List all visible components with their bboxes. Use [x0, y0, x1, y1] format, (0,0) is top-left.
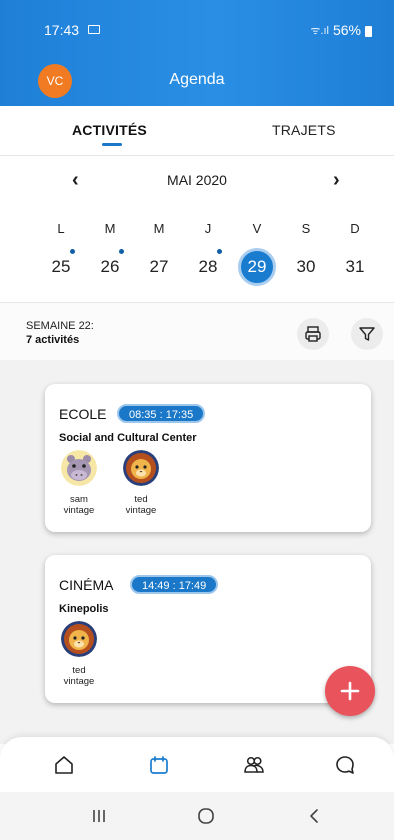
participant[interactable]: ted vintage [56, 621, 102, 687]
nav-chat[interactable] [333, 753, 357, 777]
event-dot [217, 249, 222, 254]
active-tab-indicator [102, 143, 122, 146]
status-indicators: ᯤ.ıl 56% [310, 22, 372, 38]
participant-first-name: ted [72, 665, 86, 676]
recents-icon[interactable] [87, 806, 111, 826]
day-26[interactable]: 26 [91, 248, 129, 286]
week-summary: SEMAINE 22: 7 activités [0, 302, 394, 360]
day-29-selected[interactable]: 29 [238, 248, 276, 286]
day-25[interactable]: 25 [42, 248, 80, 286]
day-30[interactable]: 30 [287, 248, 325, 286]
participant-first-name: sam [70, 494, 88, 505]
participant[interactable]: ted vintage [118, 450, 164, 516]
status-bar: 17:43 ᯤ.ıl 56% [0, 0, 394, 56]
weekday-label: L [57, 221, 65, 236]
page-title: Agenda [169, 71, 225, 88]
bottom-nav [0, 737, 394, 792]
weekday-label: J [204, 221, 212, 236]
time-badge: 14:49 : 17:49 [130, 575, 219, 594]
weekday-label: M [153, 221, 165, 236]
wifi-signal-icon: ᯤ.ıl [310, 24, 329, 37]
lion-avatar-icon [61, 621, 97, 657]
participant-last-name: vintage [63, 676, 95, 687]
home-circle-icon[interactable] [194, 806, 218, 826]
image-icon [88, 25, 100, 34]
chevron-right-icon[interactable]: › [333, 169, 340, 192]
weekday-label: V [252, 221, 262, 236]
week-label: SEMAINE 22: [26, 320, 94, 332]
activity-card[interactable]: CINÉMA 14:49 : 17:49 Kinepolis ted vinta… [45, 555, 371, 703]
participant-last-name: vintage [63, 505, 95, 516]
nav-home[interactable] [52, 753, 76, 777]
print-icon [305, 326, 321, 342]
day-31[interactable]: 31 [336, 248, 374, 286]
print-button[interactable] [297, 318, 329, 350]
app-header: 17:43 ᯤ.ıl 56% VC Agenda [0, 0, 394, 106]
activity-title: ECOLE [59, 406, 107, 422]
nav-agenda[interactable] [147, 753, 171, 777]
participant-last-name: vintage [125, 505, 157, 516]
hippo-avatar-icon [61, 450, 97, 486]
weekday-label: S [301, 221, 311, 236]
filter-button[interactable] [351, 318, 383, 350]
chat-icon [336, 756, 354, 774]
battery-icon [365, 25, 372, 37]
back-icon[interactable] [302, 806, 326, 826]
weekday-label: M [104, 221, 116, 236]
activity-place: Social and Cultural Center [59, 432, 197, 444]
month-selector: ‹ MAI 2020 › [0, 169, 394, 193]
nav-groups[interactable] [242, 753, 266, 777]
day-28[interactable]: 28 [189, 248, 227, 286]
participant-first-name: ted [134, 494, 148, 505]
plus-icon [340, 681, 360, 701]
calendar-icon [150, 756, 168, 774]
filter-icon [359, 327, 375, 341]
day-27[interactable]: 27 [140, 248, 178, 286]
weekday-label: D [350, 221, 360, 236]
app-bar: VC Agenda [0, 56, 394, 106]
tab-bar: ACTIVITÉS TRAJETS [0, 106, 394, 156]
home-icon [55, 756, 73, 774]
lion-avatar-icon [123, 450, 159, 486]
app-screen: 17:43 ᯤ.ıl 56% VC Agenda ACTIVITÉS TRAJE… [0, 0, 394, 840]
status-time: 17:43 [44, 22, 80, 38]
activity-card[interactable]: ECOLE 08:35 : 17:35 Social and Cultural … [45, 384, 371, 532]
tab-activites[interactable]: ACTIVITÉS [72, 122, 147, 138]
add-activity-button[interactable] [325, 666, 375, 716]
activity-list: ECOLE 08:35 : 17:35 Social and Cultural … [0, 360, 394, 744]
activity-place: Kinepolis [59, 603, 109, 615]
system-nav-bar [0, 792, 394, 840]
tab-trajets[interactable]: TRAJETS [272, 122, 336, 138]
event-dot [119, 249, 124, 254]
participant[interactable]: sam vintage [56, 450, 102, 516]
activity-title: CINÉMA [59, 577, 114, 593]
event-dot [70, 249, 75, 254]
battery-percent: 56% [332, 22, 361, 38]
group-icon [244, 756, 264, 773]
week-calendar: ‹ MAI 2020 › L M M J V S D 25 26 27 28 2… [0, 157, 394, 301]
activity-count: 7 activités [26, 334, 80, 346]
time-badge: 08:35 : 17:35 [117, 404, 206, 423]
